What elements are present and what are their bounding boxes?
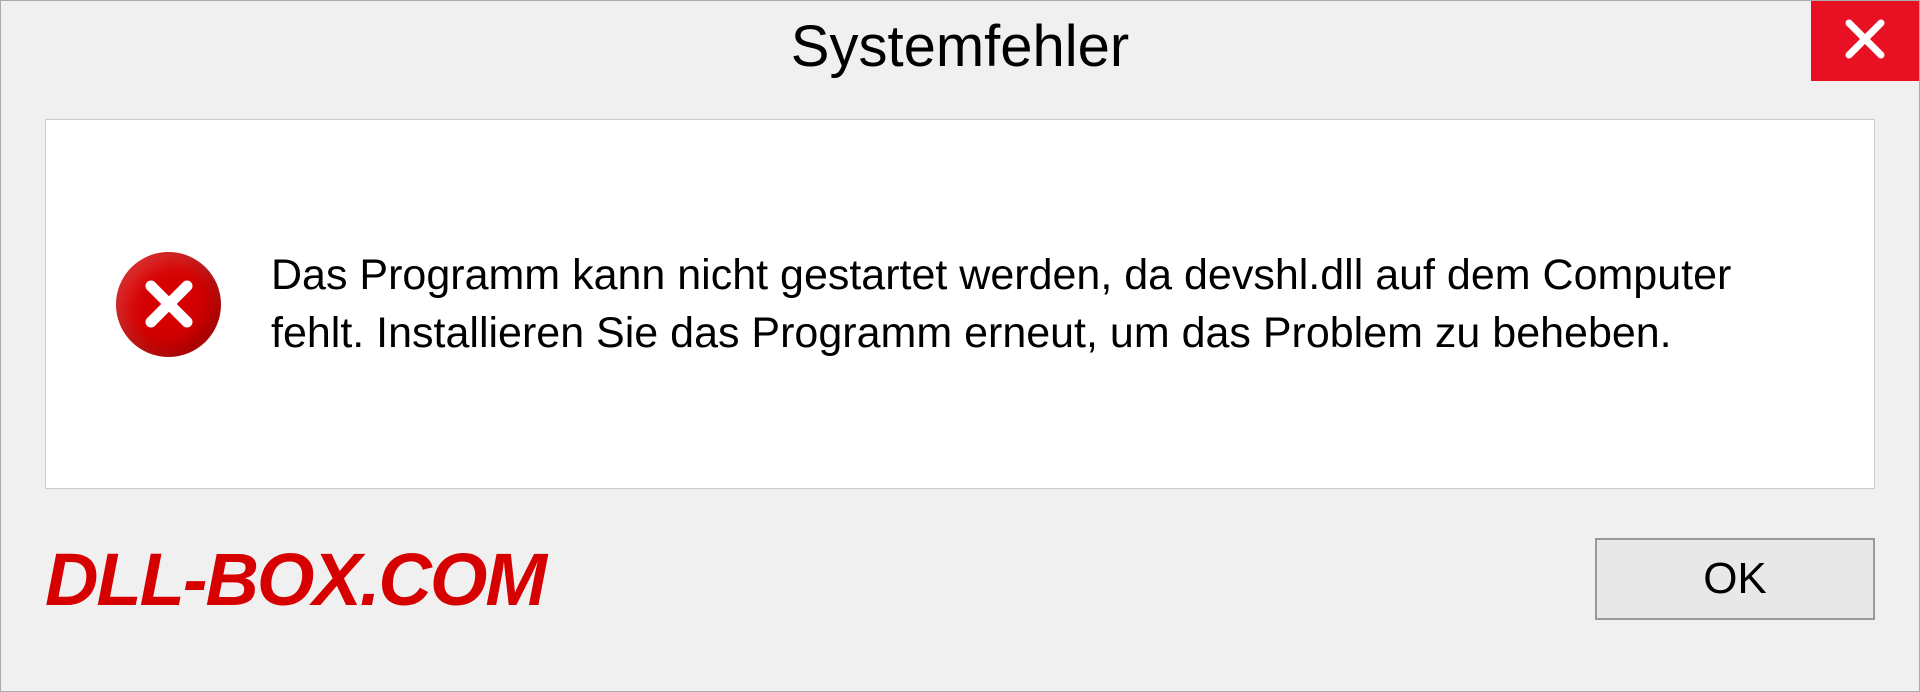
close-icon: [1843, 17, 1887, 66]
content-area: Das Programm kann nicht gestartet werden…: [45, 119, 1875, 489]
titlebar: Systemfehler: [1, 1, 1919, 91]
dialog-footer: DLL-BOX.COM OK: [1, 489, 1919, 669]
close-button[interactable]: [1811, 1, 1919, 81]
dialog-title: Systemfehler: [791, 13, 1129, 80]
error-icon: [116, 252, 221, 357]
error-dialog: Systemfehler Das Programm kann nicht ges…: [0, 0, 1920, 692]
ok-button[interactable]: OK: [1595, 538, 1875, 620]
error-message: Das Programm kann nicht gestartet werden…: [271, 246, 1804, 362]
watermark-text: DLL-BOX.COM: [45, 537, 545, 622]
